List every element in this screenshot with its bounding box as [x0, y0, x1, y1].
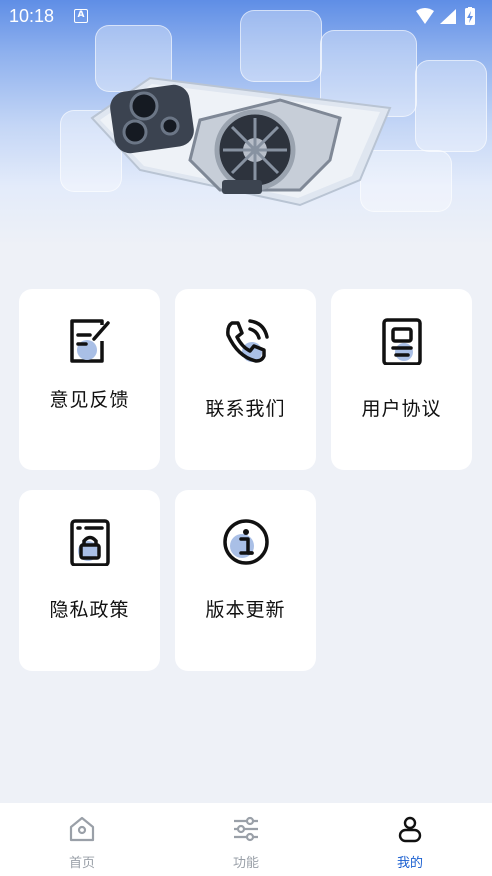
bottom-tab-bar: 首页 功能 我的: [0, 803, 492, 876]
tab-features[interactable]: 功能: [164, 803, 328, 876]
menu-card-contact[interactable]: 联系我们: [175, 289, 316, 470]
menu-card-label: 隐私政策: [49, 599, 130, 621]
menu-panel: 意见反馈 联系我们 用户协议 隐私政策 版本更新: [0, 263, 492, 803]
wifi-icon: [416, 8, 434, 24]
sliders-icon: [234, 816, 258, 842]
menu-card-label: 联系我们: [205, 398, 286, 420]
privacy-lock-document-icon: [69, 519, 110, 566]
menu-card-label: 意见反馈: [49, 389, 130, 411]
tab-label: 首页: [68, 856, 95, 871]
feedback-edit-icon: [69, 319, 110, 363]
status-icons: [416, 7, 475, 25]
tab-label: 我的: [396, 856, 423, 871]
phone-call-icon: [225, 319, 269, 363]
tab-label: 功能: [232, 856, 259, 871]
status-time: 10:18: [9, 6, 55, 26]
menu-card-feedback[interactable]: 意见反馈: [19, 289, 160, 470]
menu-card-privacy[interactable]: 隐私政策: [19, 490, 160, 671]
battery-charging-icon: [465, 7, 475, 25]
user-icon: [398, 816, 422, 843]
tab-mine[interactable]: 我的: [328, 803, 492, 876]
signal-icon: [440, 9, 456, 24]
user-agreement-document-icon: [381, 318, 422, 365]
menu-card-label: 用户协议: [361, 398, 442, 420]
hero-banner: [0, 0, 492, 300]
status-bar: 10:18 A: [0, 0, 492, 34]
phone-cooler-illustration: [90, 76, 392, 207]
notification-badge: A: [74, 9, 88, 23]
menu-card-version-update[interactable]: 版本更新: [175, 490, 316, 671]
menu-card-label: 版本更新: [205, 599, 286, 621]
tab-home[interactable]: 首页: [0, 803, 164, 876]
home-icon: [69, 816, 95, 842]
menu-card-user-agreement[interactable]: 用户协议: [331, 289, 472, 470]
info-icon: [222, 519, 269, 565]
